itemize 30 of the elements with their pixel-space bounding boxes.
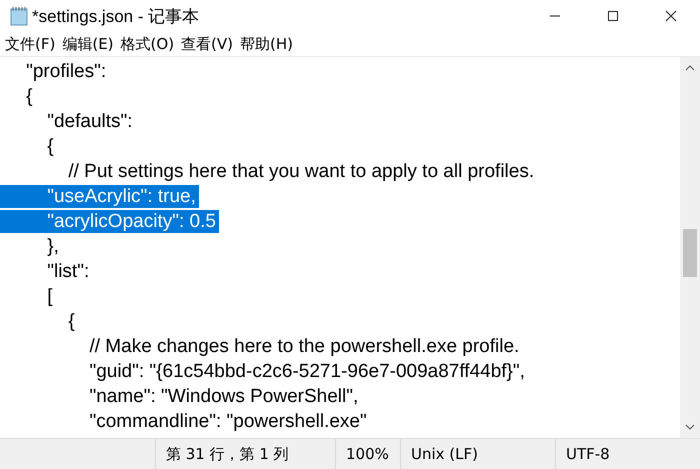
scroll-up-icon[interactable] <box>685 64 695 72</box>
menu-item[interactable]: 文件(F) <box>5 34 56 54</box>
status-text: Unix (LF) <box>400 439 555 469</box>
code-line: "guid": "{61c54bbd-c2c6-5271-96e7-009a87ff44bf}", <box>88 360 526 383</box>
code-line: "name": "Windows PowerShell", <box>88 385 360 408</box>
menu-item[interactable]: 查看(V) <box>181 34 234 54</box>
close-icon <box>665 10 677 22</box>
code-line: }, <box>46 235 60 258</box>
code-line: { <box>67 310 76 333</box>
code-line: "list": <box>46 260 90 283</box>
code-line: "defaults": <box>46 110 134 133</box>
code-line: // Put settings here that you want to apply to all profiles. <box>67 160 536 183</box>
code-line: { <box>25 85 34 108</box>
code-line: // Make changes here to the powershell.exe profile. <box>88 335 520 358</box>
menu-item[interactable]: 格式(O) <box>120 34 174 54</box>
code-line: [ <box>46 285 54 308</box>
scrollbar[interactable] <box>680 57 700 438</box>
status-text: UTF-8 <box>555 439 700 469</box>
status-text: 100% <box>335 439 400 469</box>
window-title: *settings.json - 记事本 <box>32 6 200 28</box>
menu-item[interactable]: 编辑(E) <box>62 34 114 54</box>
code-line: "commandline": "powershell.exe" <box>88 410 368 433</box>
notepad-icon <box>10 6 28 26</box>
status-text: 第 31 行，第 1 列 <box>155 439 335 469</box>
maximize-icon <box>607 10 619 22</box>
code-line: { <box>46 135 55 158</box>
code-line: "profiles": <box>25 60 108 83</box>
menu-item[interactable]: 帮助(H) <box>240 34 293 54</box>
scroll-down-icon[interactable] <box>685 423 695 431</box>
scroll-thumb[interactable] <box>683 229 697 277</box>
